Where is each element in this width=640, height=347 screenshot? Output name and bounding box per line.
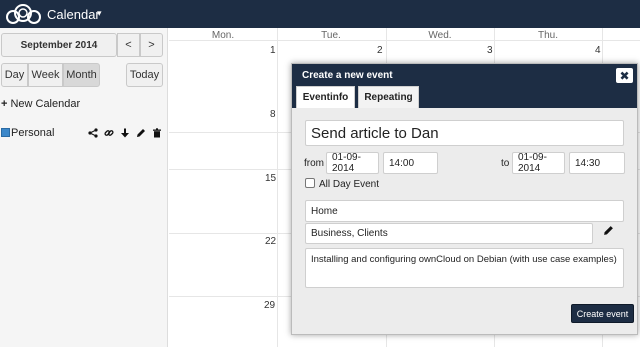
- sidebar: September 2014 < > Day Week Month Today …: [0, 28, 168, 347]
- tab-repeating[interactable]: Repeating: [358, 86, 419, 108]
- new-calendar-label: New Calendar: [10, 98, 81, 110]
- grid-line: [277, 28, 278, 347]
- event-title-input[interactable]: Send article to Dan: [305, 120, 624, 146]
- all-day-label: All Day Event: [319, 179, 380, 190]
- top-bar: Calendar ▾: [0, 0, 640, 28]
- description-textarea[interactable]: Installing and configuring ownCloud on D…: [305, 248, 624, 288]
- day-number[interactable]: 29: [264, 300, 275, 311]
- trash-icon[interactable]: [152, 128, 162, 138]
- previous-button[interactable]: <: [117, 33, 140, 57]
- view-month-button[interactable]: Month: [63, 63, 100, 87]
- weekday-header: Wed.: [428, 30, 452, 41]
- view-week-button[interactable]: Week: [28, 63, 63, 87]
- day-number[interactable]: 3: [487, 45, 493, 56]
- all-day-checkbox[interactable]: [305, 178, 315, 188]
- location-input[interactable]: Home: [305, 200, 624, 222]
- to-time-input[interactable]: 14:30: [569, 152, 625, 174]
- month-picker-button[interactable]: September 2014: [1, 33, 117, 57]
- next-button[interactable]: >: [140, 33, 163, 57]
- new-event-dialog: Create a new event ✖ Eventinfo Repeating…: [291, 63, 638, 335]
- day-number[interactable]: 8: [270, 109, 276, 120]
- new-calendar-link[interactable]: + New Calendar: [1, 98, 80, 110]
- to-label: to: [501, 158, 510, 169]
- close-icon[interactable]: ✖: [616, 68, 633, 83]
- plus-icon: +: [1, 98, 8, 110]
- edit-categories-pencil-icon[interactable]: [603, 225, 614, 236]
- day-number[interactable]: 1: [270, 45, 276, 56]
- from-time-input[interactable]: 14:00: [383, 152, 438, 174]
- create-event-button[interactable]: Create event: [571, 304, 634, 323]
- calendar-color-swatch[interactable]: [1, 128, 10, 137]
- chevron-down-icon[interactable]: ▾: [97, 8, 102, 19]
- day-number[interactable]: 15: [265, 173, 276, 184]
- calendar-item-personal[interactable]: Personal: [0, 127, 168, 141]
- weekday-header: Mon.: [211, 30, 235, 41]
- owncloud-logo-icon[interactable]: [3, 3, 43, 25]
- edit-pencil-icon[interactable]: [136, 128, 146, 138]
- dialog-title: Create a new event: [302, 70, 393, 81]
- day-number[interactable]: 22: [265, 236, 276, 247]
- view-day-button[interactable]: Day: [1, 63, 28, 87]
- from-label: from: [304, 158, 324, 169]
- tab-eventinfo[interactable]: Eventinfo: [296, 86, 355, 108]
- day-number[interactable]: 2: [377, 45, 383, 56]
- download-icon[interactable]: [120, 128, 130, 138]
- share-icon[interactable]: [88, 128, 98, 138]
- to-date-input[interactable]: 01-09-2014: [512, 152, 565, 174]
- dialog-header: Create a new event ✖ Eventinfo Repeating: [292, 64, 637, 108]
- link-icon[interactable]: [104, 128, 114, 138]
- weekday-header: Tue.: [321, 30, 341, 41]
- from-date-input[interactable]: 01-09-2014: [326, 152, 379, 174]
- app-menu-title[interactable]: Calendar: [47, 7, 100, 22]
- today-button[interactable]: Today: [126, 63, 163, 87]
- calendar-name: Personal: [11, 127, 55, 139]
- categories-input[interactable]: Business, Clients: [305, 223, 593, 244]
- weekday-header: Thu.: [537, 30, 558, 41]
- day-number[interactable]: 4: [595, 45, 601, 56]
